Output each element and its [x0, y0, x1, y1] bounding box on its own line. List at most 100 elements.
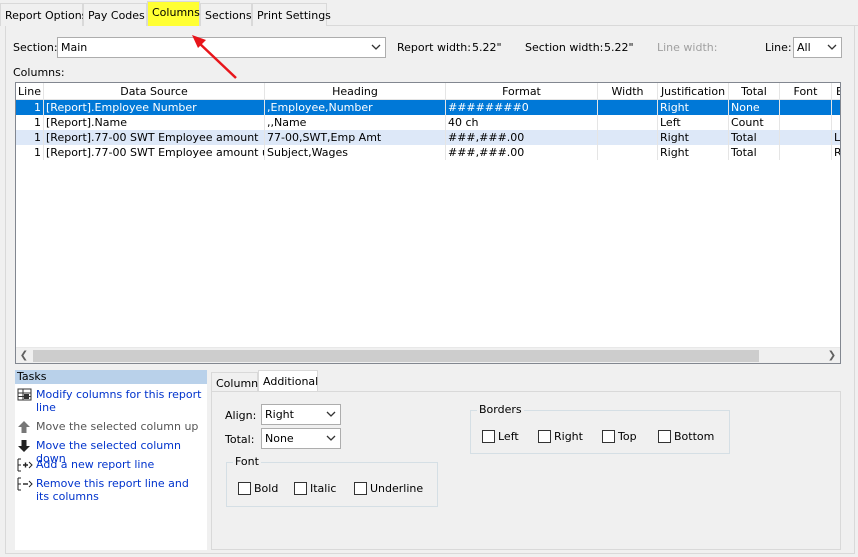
cell-b: L	[832, 130, 840, 145]
chevron-down-icon	[371, 44, 381, 50]
bold-checkbox[interactable]	[238, 482, 251, 495]
move-column-up-link[interactable]: Move the selected column up	[17, 420, 207, 434]
modify-columns-label: Modify columns for this report line	[36, 388, 202, 414]
main-tabstrip: Report Options Pay Codes Columns Section…	[0, 0, 858, 26]
annotation-arrow-icon	[192, 35, 237, 79]
border-right-label: Right	[554, 430, 583, 443]
cell-total: Total	[729, 145, 780, 160]
tab-sections[interactable]: Sections	[200, 3, 252, 26]
table-row[interactable]: 1 [Report].Employee Number ,Employee,Num…	[16, 100, 840, 115]
col-header-width[interactable]: Width	[598, 83, 658, 100]
cell-width	[598, 145, 658, 160]
cell-heading: 77-00,SWT,Emp Amt	[265, 130, 446, 145]
chevron-down-icon	[326, 411, 336, 417]
tab-column[interactable]: Column	[211, 372, 258, 392]
total-select-value: None	[265, 432, 294, 445]
col-header-b[interactable]: B	[832, 83, 840, 100]
cell-line: 1	[16, 130, 44, 145]
border-bottom-checkbox[interactable]	[658, 430, 671, 443]
align-select-value: Right	[265, 408, 294, 421]
cell-data-source: [Report].Employee Number	[44, 100, 265, 115]
col-header-total[interactable]: Total	[729, 83, 780, 100]
line-width-label: Line width:	[657, 41, 718, 54]
scroll-right-icon[interactable]: ❯	[824, 348, 840, 363]
remove-line-icon	[17, 477, 33, 491]
cell-data-source: [Report].77-00 SWT Employee amount used	[46, 145, 265, 160]
cell-font	[780, 115, 832, 130]
italic-checkbox[interactable]	[294, 482, 307, 495]
line-select-value: All	[797, 41, 811, 54]
border-top-checkbox[interactable]	[602, 430, 615, 443]
borders-group: Borders Left Right Top Bottom	[470, 403, 730, 454]
cell-heading: ,,Name	[265, 115, 446, 130]
remove-report-line-link[interactable]: Remove this report line and its columns	[17, 477, 207, 505]
tasks-panel: Tasks Modify columns for this report lin…	[15, 370, 207, 550]
columns-grid[interactable]: Line Data Source Heading Format Width Ju…	[15, 82, 841, 364]
cell-font	[780, 100, 832, 115]
tasks-title: Tasks	[15, 370, 207, 384]
col-header-heading[interactable]: Heading	[265, 83, 446, 100]
cell-total: Count	[729, 115, 780, 130]
report-width-label: Report width:	[397, 41, 471, 54]
tab-columns[interactable]: Columns	[147, 1, 200, 26]
cell-total: Total	[729, 130, 780, 145]
cell-data-source: [Report].77-00 SWT Employee amount	[44, 130, 265, 145]
align-select[interactable]: Right	[261, 404, 341, 425]
cell-justification: Right	[658, 130, 729, 145]
align-label: Align:	[225, 409, 257, 422]
col-header-format[interactable]: Format	[446, 83, 598, 100]
cell-b	[832, 100, 840, 115]
col-header-justification[interactable]: Justification	[658, 83, 729, 100]
tab-report-options[interactable]: Report Options	[0, 3, 87, 26]
cell-heading: ,Employee,Number	[265, 100, 446, 115]
border-left-checkbox[interactable]	[482, 430, 495, 443]
total-select[interactable]: None	[261, 428, 341, 449]
cell-format: ########0	[446, 100, 598, 115]
grid-horizontal-scrollbar[interactable]: ❮ ❯	[16, 347, 840, 363]
tab-pay-codes[interactable]: Pay Codes	[83, 3, 147, 26]
col-header-data-source[interactable]: Data Source	[44, 83, 265, 100]
table-row[interactable]: 1 [Report].Name ,,Name 40 ch Left Count	[16, 115, 840, 130]
tab-additional[interactable]: Additional	[258, 370, 318, 392]
bold-label: Bold	[254, 482, 279, 495]
modify-columns-link[interactable]: Modify columns for this report line	[17, 388, 207, 414]
borders-group-title: Borders	[477, 403, 524, 416]
cell-b	[832, 115, 840, 130]
cell-font	[780, 145, 832, 160]
line-select[interactable]: All	[793, 37, 842, 58]
border-left-label: Left	[498, 430, 519, 443]
arrow-down-icon	[18, 440, 30, 452]
section-label: Section:	[13, 41, 58, 54]
chevron-down-icon	[326, 435, 336, 441]
section-width-label: Section width:	[525, 41, 604, 54]
cell-heading: Subject,Wages	[265, 145, 446, 160]
cell-b: R	[832, 145, 840, 160]
add-line-icon	[17, 458, 33, 472]
scroll-left-icon[interactable]: ❮	[16, 348, 32, 363]
border-right-checkbox[interactable]	[538, 430, 551, 443]
underline-checkbox[interactable]	[354, 482, 367, 495]
move-column-up-label: Move the selected column up	[36, 420, 199, 433]
underline-label: Underline	[370, 482, 424, 495]
report-width-value: 5.22"	[472, 41, 502, 54]
arrow-up-icon	[18, 421, 30, 433]
section-width-value: 5.22"	[604, 41, 634, 54]
cell-data-source: [Report].Name	[44, 115, 265, 130]
add-report-line-link[interactable]: Add a new report line	[17, 458, 207, 472]
italic-label: Italic	[310, 482, 337, 495]
tab-print-settings[interactable]: Print Settings	[252, 3, 331, 26]
scrollbar-thumb[interactable]	[33, 350, 759, 362]
cell-font	[780, 130, 832, 145]
table-row[interactable]: 1 [Report].77-00 SWT Employee amount 77-…	[16, 130, 840, 145]
cell-format: ###,###.00	[446, 145, 598, 160]
cell-justification: Right	[658, 100, 729, 115]
cell-line: 1	[16, 100, 44, 115]
border-top-label: Top	[618, 430, 637, 443]
col-header-line[interactable]: Line	[16, 83, 44, 100]
table-row[interactable]: 1 [Report].77-00 SWT Employee amount use…	[16, 145, 840, 160]
grid-edit-icon	[17, 388, 32, 401]
font-group-title: Font	[233, 455, 261, 468]
font-group: Font Bold Italic Underline	[226, 455, 438, 507]
move-column-down-link[interactable]: Move the selected column down	[17, 439, 207, 465]
col-header-font[interactable]: Font	[780, 83, 832, 100]
